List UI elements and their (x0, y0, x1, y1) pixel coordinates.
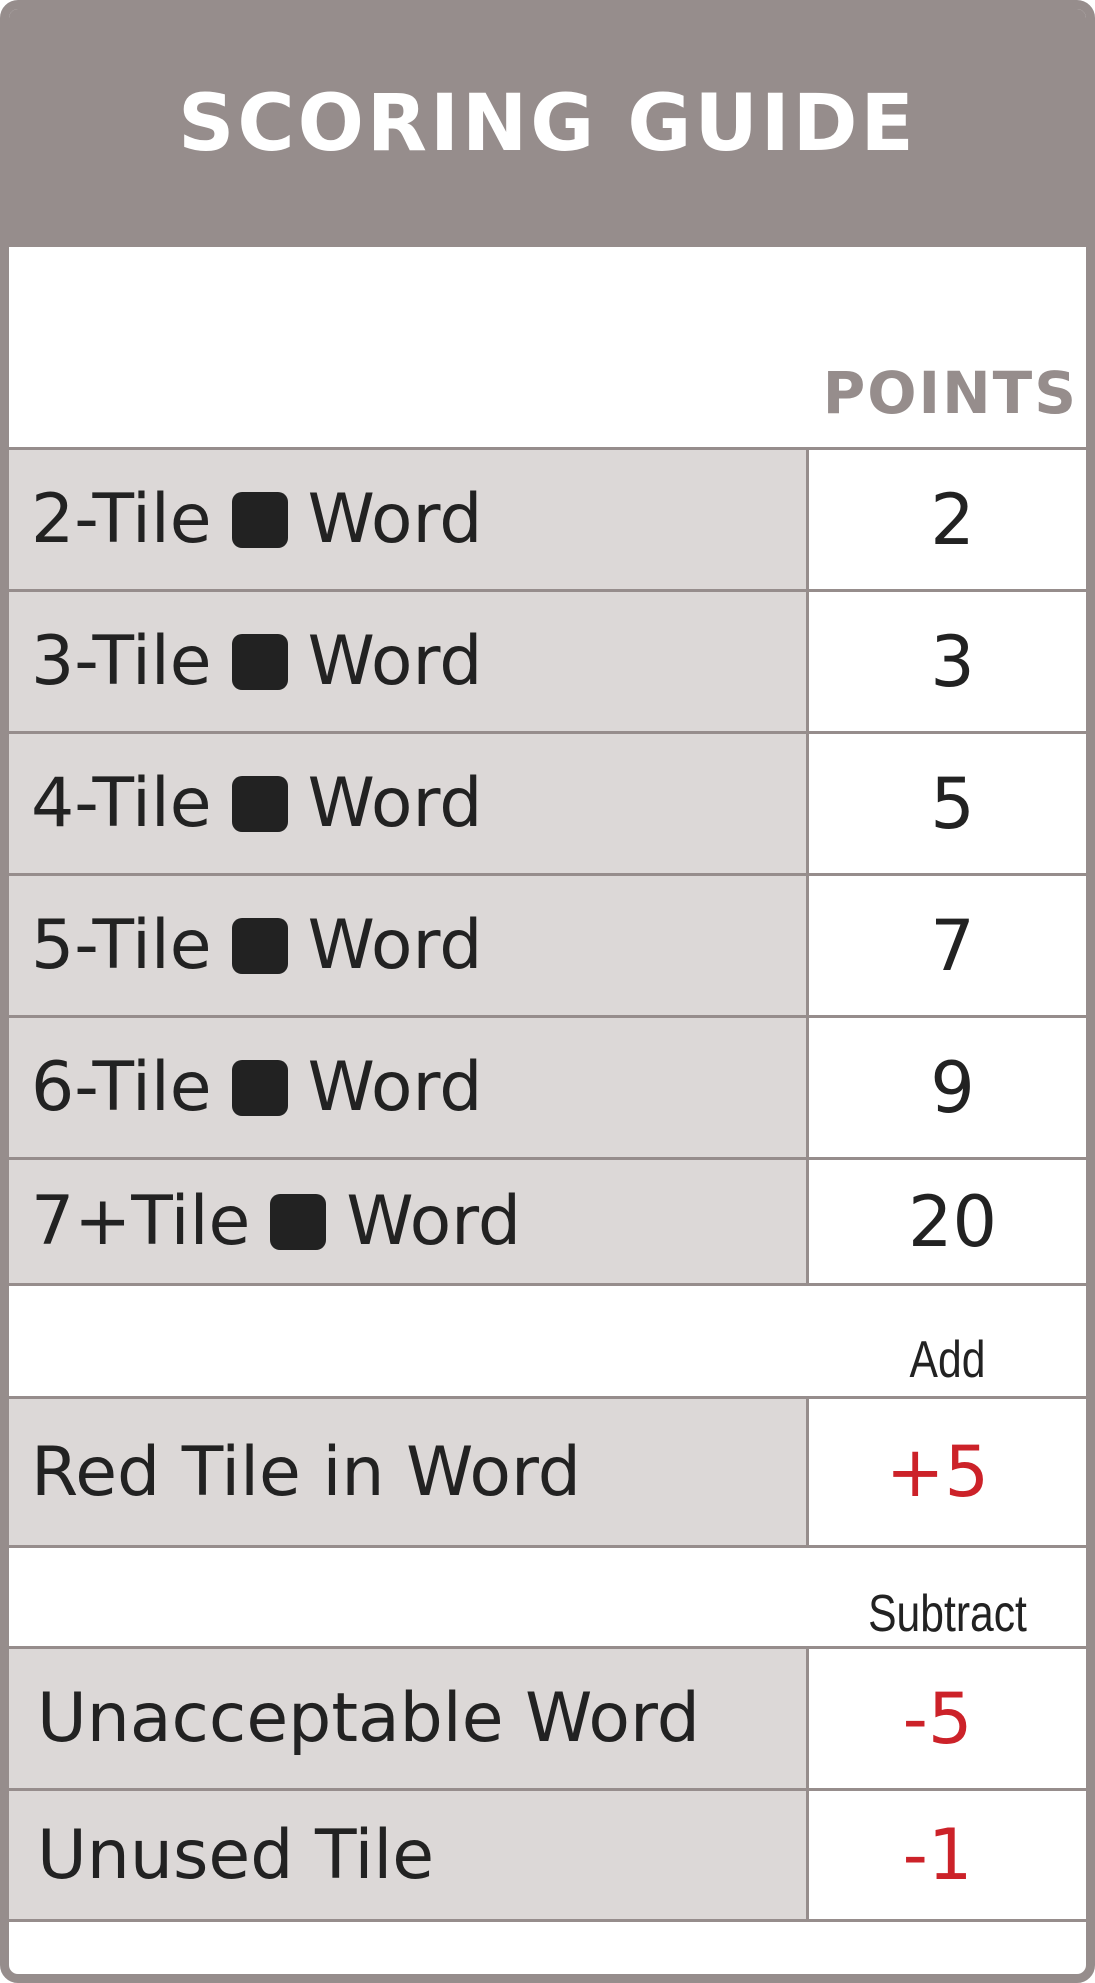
page-title: SCORING GUIDE (178, 79, 917, 169)
row-label: Red Tile in Word (9, 1399, 809, 1545)
tile-count-label: 4-Tile (31, 764, 212, 843)
table-row: 6-Tile Word 9 (9, 1015, 1086, 1157)
table-row: 4-Tile Word 5 (9, 731, 1086, 873)
row-label: 5-Tile Word (9, 876, 809, 1015)
header-bar: SCORING GUIDE (9, 9, 1086, 247)
tile-count-label: 7+Tile (31, 1182, 251, 1261)
points-value: 3 (930, 620, 975, 703)
points-value: 20 (907, 1180, 998, 1263)
word-label: Word (307, 1048, 483, 1127)
table-row: 7+Tile Word 20 (9, 1157, 1086, 1286)
tile-count-label: 6-Tile (31, 1048, 212, 1127)
tile-icon (231, 1059, 288, 1116)
word-label: Word (307, 764, 483, 843)
scoring-guide-card: SCORING GUIDE POINTS 2-Tile Word 2 3-Til… (0, 0, 1095, 1983)
tile-count-label: 2-Tile (31, 480, 212, 559)
table-row: 5-Tile Word 7 (9, 873, 1086, 1015)
row-label: 3-Tile Word (9, 592, 809, 731)
tile-icon (231, 633, 288, 690)
word-label: Word (346, 1182, 522, 1261)
tile-icon (231, 775, 288, 832)
points-value: 5 (930, 762, 975, 845)
table-row: 2-Tile Word 2 (9, 447, 1086, 589)
table-row: 3-Tile Word 3 (9, 589, 1086, 731)
row-label: 2-Tile Word (9, 450, 809, 589)
points-value: 7 (930, 904, 975, 987)
word-label: Word (307, 622, 483, 701)
tile-count-label: 3-Tile (31, 622, 212, 701)
add-section-header: Add (909, 1331, 986, 1389)
points-value: +5 (885, 1431, 990, 1513)
row-label: Unused Tile (9, 1791, 809, 1919)
row-label: 4-Tile Word (9, 734, 809, 873)
table-row: Red Tile in Word +5 (9, 1396, 1086, 1548)
tile-icon (231, 491, 288, 548)
points-value: -5 (902, 1677, 973, 1760)
word-label: Word (307, 480, 483, 559)
row-label: Unacceptable Word (9, 1649, 809, 1788)
word-label: Word (307, 906, 483, 985)
table-row: Unused Tile -1 (9, 1788, 1086, 1922)
tile-icon (231, 917, 288, 974)
table-row: Unacceptable Word -5 (9, 1646, 1086, 1788)
subtract-section-header: Subtract (868, 1585, 1027, 1643)
points-value: -1 (902, 1814, 973, 1896)
row-label: 7+Tile Word (9, 1160, 809, 1283)
points-value: 2 (930, 478, 975, 561)
row-label: 6-Tile Word (9, 1018, 809, 1157)
tile-count-label: 5-Tile (31, 906, 212, 985)
points-column-header: POINTS (822, 359, 1078, 427)
tile-icon (270, 1193, 327, 1250)
points-value: 9 (930, 1046, 975, 1129)
